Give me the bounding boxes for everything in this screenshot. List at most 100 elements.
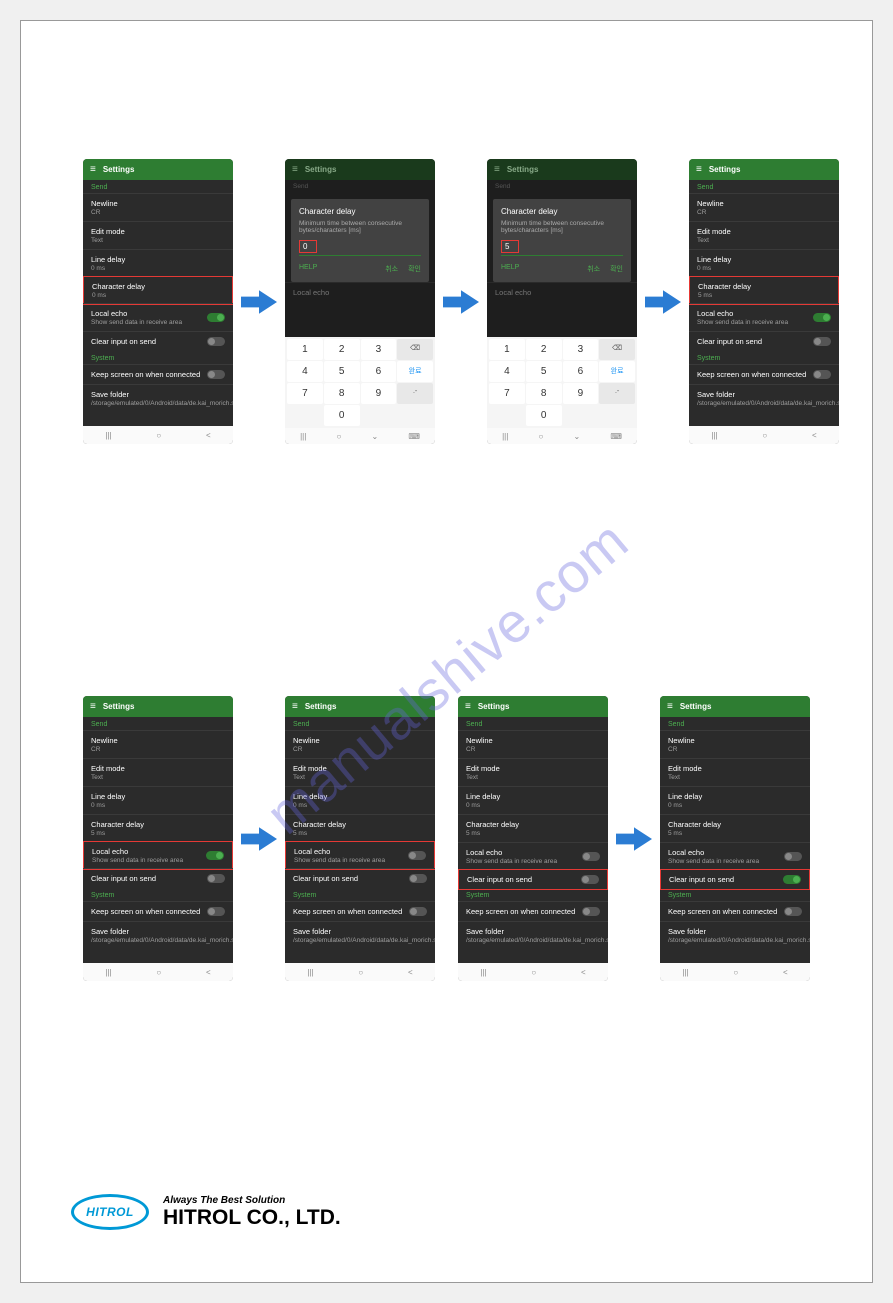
menu-icon[interactable]: ≡ (292, 701, 298, 712)
toggle-keep-screen[interactable] (207, 907, 225, 916)
toggle-clear-input[interactable] (813, 337, 831, 346)
item-edit-mode[interactable]: Edit modeText (689, 221, 839, 249)
item-line-delay[interactable]: Line delay0 ms (83, 786, 233, 814)
nav-home-icon[interactable]: ○ (762, 431, 767, 440)
key-0[interactable]: 0 (526, 405, 562, 426)
nav-kb-icon[interactable]: ⌨ (408, 432, 420, 441)
key-2[interactable]: 2 (526, 339, 562, 360)
ok-button[interactable]: 확인 (610, 266, 623, 273)
nav-down-icon[interactable]: ⌄ (371, 432, 378, 441)
item-clear-input[interactable]: Clear input on send (285, 868, 435, 888)
key-1[interactable]: 1 (287, 339, 323, 360)
item-line-delay[interactable]: Line delay0 ms (660, 786, 810, 814)
nav-recent-icon[interactable]: ||| (307, 968, 313, 977)
toggle-clear-input[interactable] (581, 875, 599, 884)
item-character-delay[interactable]: Character delay5 ms (689, 276, 839, 305)
item-line-delay[interactable]: Line delay0 ms (458, 786, 608, 814)
toggle-keep-screen[interactable] (582, 907, 600, 916)
key-4[interactable]: 4 (489, 361, 525, 382)
toggle-local-echo[interactable] (206, 851, 224, 860)
item-edit-mode[interactable]: Edit modeText (285, 758, 435, 786)
menu-icon[interactable]: ≡ (667, 701, 673, 712)
nav-recent-icon[interactable]: ||| (682, 968, 688, 977)
toggle-clear-input[interactable] (207, 337, 225, 346)
nav-back-icon[interactable]: < (206, 431, 211, 440)
toggle-local-echo[interactable] (813, 313, 831, 322)
item-line-delay[interactable]: Line delay0 ms (83, 249, 233, 277)
nav-home-icon[interactable]: ○ (156, 968, 161, 977)
toggle-local-echo[interactable] (582, 852, 600, 861)
ok-button[interactable]: 확인 (408, 266, 421, 273)
dialog-input[interactable]: 5 (501, 240, 519, 253)
key-backspace[interactable]: ⌫ (397, 339, 433, 360)
key-8[interactable]: 8 (324, 383, 360, 404)
key-backspace[interactable]: ⌫ (599, 339, 635, 360)
item-local-echo[interactable]: Local echoShow send data in receive area (83, 303, 233, 331)
key-4[interactable]: 4 (287, 361, 323, 382)
nav-recent-icon[interactable]: ||| (300, 432, 306, 441)
item-newline[interactable]: NewlineCR (458, 730, 608, 758)
toggle-keep-screen[interactable] (813, 370, 831, 379)
nav-recent-icon[interactable]: ||| (480, 968, 486, 977)
item-newline[interactable]: NewlineCR (689, 193, 839, 221)
item-line-delay[interactable]: Line delay0 ms (689, 249, 839, 277)
item-keep-screen[interactable]: Keep screen on when connected (689, 364, 839, 384)
item-keep-screen[interactable]: Keep screen on when connected (83, 364, 233, 384)
item-character-delay[interactable]: Character delay0 ms (83, 276, 233, 305)
item-keep-screen[interactable]: Keep screen on when connected (660, 901, 810, 921)
nav-kb-icon[interactable]: ⌨ (610, 432, 622, 441)
nav-back-icon[interactable]: < (206, 968, 211, 977)
item-clear-input[interactable]: Clear input on send (458, 869, 608, 890)
toggle-keep-screen[interactable] (207, 370, 225, 379)
toggle-clear-input[interactable] (207, 874, 225, 883)
item-edit-mode[interactable]: Edit modeText (458, 758, 608, 786)
toggle-clear-input[interactable] (409, 874, 427, 883)
item-line-delay[interactable]: Line delay0 ms (285, 786, 435, 814)
key-6[interactable]: 6 (361, 361, 397, 382)
key-8[interactable]: 8 (526, 383, 562, 404)
dialog-input[interactable]: 0 (299, 240, 317, 253)
nav-recent-icon[interactable]: ||| (105, 431, 111, 440)
item-edit-mode[interactable]: Edit modeText (83, 758, 233, 786)
item-save-folder[interactable]: Save folder/storage/emulated/0/Android/d… (285, 921, 435, 949)
item-clear-input[interactable]: Clear input on send (83, 331, 233, 351)
nav-back-icon[interactable]: < (408, 968, 413, 977)
item-save-folder[interactable]: Save folder/storage/emulated/0/Android/d… (83, 921, 233, 949)
item-newline[interactable]: NewlineCR (285, 730, 435, 758)
nav-back-icon[interactable]: < (581, 968, 586, 977)
key-9[interactable]: 9 (563, 383, 599, 404)
key-0[interactable]: 0 (324, 405, 360, 426)
toggle-local-echo[interactable] (207, 313, 225, 322)
key-9[interactable]: 9 (361, 383, 397, 404)
item-clear-input[interactable]: Clear input on send (83, 868, 233, 888)
nav-recent-icon[interactable]: ||| (105, 968, 111, 977)
item-character-delay[interactable]: Character delay5 ms (660, 814, 810, 842)
item-newline[interactable]: NewlineCR (660, 730, 810, 758)
nav-home-icon[interactable]: ○ (531, 968, 536, 977)
item-local-echo[interactable]: Local echoShow send data in receive area (83, 841, 233, 870)
toggle-keep-screen[interactable] (784, 907, 802, 916)
key-5[interactable]: 5 (526, 361, 562, 382)
nav-back-icon[interactable]: < (783, 968, 788, 977)
toggle-local-echo[interactable] (784, 852, 802, 861)
item-local-echo[interactable]: Local echoShow send data in receive area (660, 842, 810, 870)
cancel-button[interactable]: 취소 (385, 266, 398, 273)
item-save-folder[interactable]: Save folder/storage/emulated/0/Android/d… (689, 384, 839, 412)
key-5[interactable]: 5 (324, 361, 360, 382)
item-newline[interactable]: NewlineCR (83, 193, 233, 221)
item-keep-screen[interactable]: Keep screen on when connected (285, 901, 435, 921)
item-character-delay[interactable]: Character delay5 ms (285, 814, 435, 842)
menu-icon[interactable]: ≡ (90, 701, 96, 712)
item-save-folder[interactable]: Save folder/storage/emulated/0/Android/d… (458, 921, 608, 949)
toggle-keep-screen[interactable] (409, 907, 427, 916)
key-done[interactable]: 완료 (599, 361, 635, 382)
item-local-echo[interactable]: Local echoShow send data in receive area (458, 842, 608, 870)
item-edit-mode[interactable]: Edit modeText (83, 221, 233, 249)
key-7[interactable]: 7 (489, 383, 525, 404)
item-edit-mode[interactable]: Edit modeText (660, 758, 810, 786)
menu-icon[interactable]: ≡ (465, 701, 471, 712)
item-save-folder[interactable]: Save folder/storage/emulated/0/Android/d… (83, 384, 233, 412)
nav-down-icon[interactable]: ⌄ (573, 432, 580, 441)
key-1[interactable]: 1 (489, 339, 525, 360)
key-3[interactable]: 3 (563, 339, 599, 360)
